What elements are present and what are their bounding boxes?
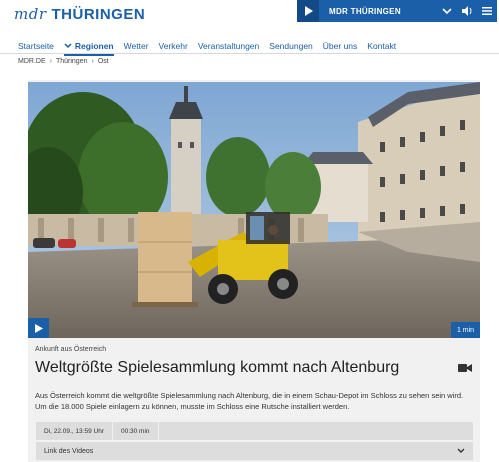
main-navigation: Startseite Regionen Wetter Verkehr Veran… (18, 40, 406, 56)
breadcrumb-item-thueringen[interactable]: Thüringen (56, 58, 88, 65)
video-play-button[interactable] (28, 318, 49, 338)
article-teaser: Aus Österreich kommt die weltgrößte Spie… (35, 391, 464, 411)
chevron-down-icon (457, 448, 465, 453)
nav-item-regionen[interactable]: Regionen (63, 40, 114, 56)
video-date: Di, 22.09., 13:59 Uhr (36, 422, 113, 440)
nav-item-veranstaltungen[interactable]: Veranstaltungen (198, 40, 259, 52)
logo-state-text: THÜRINGEN (51, 6, 146, 23)
radio-player-bar: MDR THÜRINGEN (297, 0, 497, 22)
article-kicker: Ankunft aus Österreich (35, 346, 107, 353)
radio-menu-button[interactable] (477, 7, 497, 15)
logo-mdr-text: mdr (14, 5, 47, 23)
video-duration-badge: 1 min (451, 322, 480, 338)
article-title[interactable]: Weltgrößte Spielesammlung kommt nach Alt… (35, 359, 399, 377)
breadcrumb: MDR.DE › Thüringen › Ost (18, 58, 109, 65)
video-link-label: Link des Videos (44, 447, 94, 455)
play-icon (34, 323, 43, 333)
radio-station-select-button[interactable] (437, 7, 457, 15)
castle-courtyard-photo (28, 82, 480, 338)
video-camera-icon (458, 364, 472, 372)
video-link-accordion[interactable]: Link des Videos (36, 442, 473, 460)
nav-item-wetter[interactable]: Wetter (124, 40, 149, 52)
radio-station-label: MDR THÜRINGEN (329, 6, 401, 16)
menu-icon (482, 7, 492, 15)
chevron-right-icon: › (91, 58, 94, 65)
chevron-down-icon (442, 7, 452, 14)
nav-item-verkehr[interactable]: Verkehr (159, 40, 188, 52)
video-length: 00:30 min (113, 422, 159, 440)
breadcrumb-item-ost[interactable]: Ost (98, 58, 109, 65)
mdr-thueringen-logo[interactable]: mdr THÜRINGEN (14, 5, 145, 25)
play-icon (304, 6, 313, 16)
volume-icon (461, 6, 471, 16)
nav-item-kontakt[interactable]: Kontakt (367, 40, 396, 52)
video-meta-row: Di, 22.09., 13:59 Uhr 00:30 min (36, 422, 473, 440)
nav-item-sendungen[interactable]: Sendungen (269, 40, 313, 52)
breadcrumb-item-mdr[interactable]: MDR.DE (18, 58, 46, 65)
nav-item-regionen-label: Regionen (74, 41, 114, 51)
nav-item-ueber-uns[interactable]: Über uns (323, 40, 358, 52)
nav-item-startseite[interactable]: Startseite (18, 40, 54, 52)
video-preview-image[interactable]: 1 min (28, 82, 480, 338)
radio-play-button[interactable] (297, 0, 319, 22)
chevron-right-icon: › (49, 58, 52, 65)
video-article-card: 1 min Ankunft aus Österreich Weltgrößte … (28, 80, 480, 462)
nav-divider (0, 53, 499, 54)
chevron-down-icon (64, 43, 72, 49)
radio-volume-button[interactable] (457, 6, 477, 16)
